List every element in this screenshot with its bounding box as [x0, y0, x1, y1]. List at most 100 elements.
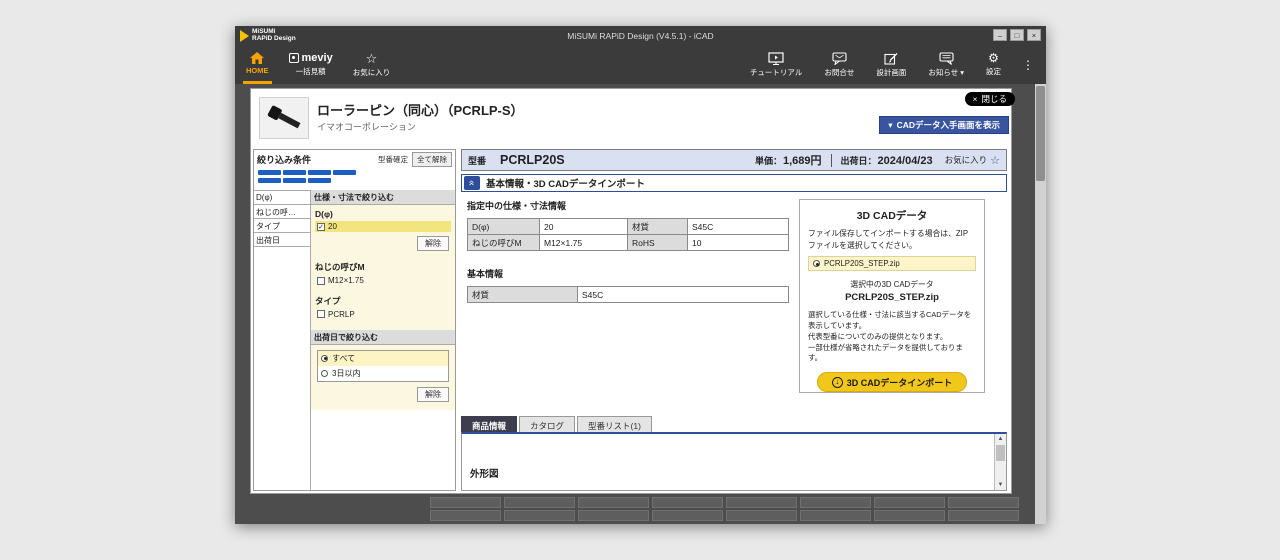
nav-favorites[interactable]: ☆ お気に入り — [350, 45, 394, 84]
favorite-label: お気に入り — [945, 154, 988, 166]
cad-file-option-label: PCRLP20S_STEP.zip — [824, 259, 900, 268]
nav-contact[interactable]: お問合せ — [821, 45, 857, 84]
show-cad-screen-button[interactable]: ▾ CADデータ入手画面を表示 — [879, 116, 1009, 134]
spec-value-cell: M12×1.75 — [540, 235, 628, 251]
ship-option-all[interactable]: すべて — [318, 351, 448, 366]
filter-thread-option[interactable]: M12×1.75 — [315, 275, 451, 287]
ship-option-3days-label: 3日以内 — [332, 368, 360, 379]
scroll-up-icon[interactable]: ▲ — [995, 434, 1006, 444]
filter-thread-value: M12×1.75 — [328, 276, 370, 286]
clear-d-button[interactable]: 解除 — [417, 236, 449, 251]
chevron-down-icon: ▾ — [960, 68, 964, 77]
star-icon: ☆ — [990, 154, 1000, 167]
filter-progress — [254, 168, 455, 190]
part-number-label: 型番 — [468, 154, 486, 167]
clear-ship-button[interactable]: 解除 — [417, 387, 449, 402]
favorite-toggle[interactable]: お気に入り ☆ — [945, 154, 1000, 167]
ship-option-all-label: すべて — [332, 353, 355, 364]
filter-thread-label: ねじの呼びM — [315, 261, 451, 273]
cad-import-button-label: 3D CADデータインポート — [847, 376, 953, 389]
meviy-logo-icon — [289, 53, 299, 63]
dialog-close-label: 閉じる — [981, 93, 1007, 105]
filter-title: 絞り込み条件 — [257, 153, 311, 166]
basic-key-cell: 材質 — [468, 287, 578, 303]
spec-table: D(φ) 20 材質 S45C ねじの呼びM M12×1.75 RoHS 10 — [467, 218, 789, 251]
basic-value-cell: S45C — [578, 287, 789, 303]
filter-d-option[interactable]: ✓ 20 — [315, 221, 451, 232]
clear-all-button[interactable]: 全て解除 — [412, 152, 452, 167]
download-icon: ↓ — [832, 377, 843, 388]
product-thumbnail — [259, 97, 309, 139]
cad-panel-description: ファイル保存してインポートする場合は、ZIP ファイルを選択してください。 — [808, 228, 976, 251]
checkbox-unchecked-icon[interactable] — [317, 277, 325, 285]
ship-filter-section-title: 出荷日で絞り込む — [311, 330, 455, 345]
filter-row-d[interactable]: D(φ) — [254, 190, 310, 205]
filter-type-option[interactable]: PCRLP — [315, 309, 451, 320]
contact-bubble-icon — [832, 52, 847, 65]
cad-data-panel: 3D CADデータ ファイル保存してインポートする場合は、ZIP ファイルを選択… — [799, 199, 985, 393]
filter-type-label: タイプ — [315, 295, 451, 307]
filter-d-value: 20 — [328, 222, 337, 231]
filter-row-headers: D(φ) ねじの呼… タイプ 出荷日 — [254, 190, 311, 490]
scroll-down-icon[interactable]: ▼ — [995, 480, 1006, 490]
cad-selected-label: 選択中の3D CADデータ — [808, 279, 976, 290]
radio-selected-icon[interactable] — [321, 355, 328, 362]
spec-filter-section: D(φ) ✓ 20 解除 ねじの呼びM M12×1.7 — [311, 205, 455, 330]
nav-news[interactable]: お知らせ ▾ — [925, 45, 967, 84]
show-cad-screen-label: CADデータ入手画面を表示 — [897, 119, 1000, 131]
drawing-scrollbar[interactable]: ▲ ▼ — [994, 434, 1006, 490]
window-scrollbar[interactable] — [1035, 84, 1046, 524]
nav-meviy[interactable]: meviy 一括見積 — [286, 45, 336, 84]
filter-type-value: PCRLP — [328, 310, 355, 319]
nav-settings[interactable]: ⚙ 設定 — [983, 45, 1004, 84]
price-label: 単価： — [755, 154, 782, 167]
nav-design-screen[interactable]: 設計画面 — [873, 45, 909, 84]
radio-unselected-icon[interactable] — [321, 370, 328, 377]
spec-value-cell: 20 — [540, 219, 628, 235]
part-number-value: PCRLP20S — [500, 153, 565, 167]
titlebar: MiSUMi RAPiD Design MiSUMi RAPiD Design … — [235, 26, 1046, 45]
basic-info-title: 基本情報 — [467, 267, 797, 280]
product-header: ローラーピン（同心）（PCRLP-S） イマオコーポレーション ▾ CADデータ… — [251, 89, 1011, 147]
cad-note: 選択している仕様・寸法に該当するCADデータを表示しています。 代表型番について… — [808, 310, 976, 364]
ship-option-3days[interactable]: 3日以内 — [318, 366, 448, 381]
spec-info-title: 指定中の仕様・寸法情報 — [467, 199, 797, 212]
checkbox-unchecked-icon[interactable] — [317, 310, 325, 318]
part-header: 型番 PCRLP20S 単価： 1,689円 出荷日： 2024/04/23 — [461, 149, 1007, 171]
filter-panel: 絞り込み条件 型番確定 全て解除 D(φ) — [253, 149, 456, 491]
spec-key-cell: 材質 — [628, 219, 688, 235]
radio-selected-icon[interactable] — [813, 260, 820, 267]
filter-row-type[interactable]: タイプ — [254, 218, 310, 233]
nav-favorites-label: お気に入り — [353, 67, 391, 78]
spec-value-cell: S45C — [688, 219, 789, 235]
cad-selected-file: PCRLP20S_STEP.zip — [808, 292, 976, 303]
checkbox-checked-icon[interactable]: ✓ — [317, 223, 325, 231]
minimize-button[interactable]: – — [993, 29, 1007, 41]
gear-icon: ⚙ — [988, 52, 999, 64]
star-icon: ☆ — [366, 52, 378, 65]
maximize-button[interactable]: □ — [1010, 29, 1024, 41]
spec-key-cell: ねじの呼びM — [468, 235, 540, 251]
nav-meviy-label: meviy — [302, 52, 333, 64]
window-scrollbar-thumb[interactable] — [1036, 86, 1045, 181]
spec-key-cell: RoHS — [628, 235, 688, 251]
nav-tutorial[interactable]: チュートリアル — [747, 45, 805, 84]
product-title: ローラーピン（同心）（PCRLP-S） — [317, 100, 524, 119]
drawing-title: 外形図 — [470, 466, 499, 480]
product-maker: イマオコーポレーション — [317, 120, 416, 133]
spec-key-cell: D(φ) — [468, 219, 540, 235]
filter-row-shipdate[interactable]: 出荷日 — [254, 232, 310, 247]
collapse-section-icon[interactable]: » — [464, 176, 480, 190]
cad-panel-title: 3D CADデータ — [808, 208, 976, 223]
more-menu-button[interactable]: ⋮ — [1020, 45, 1036, 84]
dialog-close-button[interactable]: × 閉じる — [965, 92, 1015, 106]
filter-row-thread[interactable]: ねじの呼… — [254, 204, 310, 219]
cad-import-button[interactable]: ↓ 3D CADデータインポート — [817, 372, 967, 392]
app-window: MiSUMi RAPiD Design MiSUMi RAPiD Design … — [235, 26, 1046, 524]
window-title: MiSUMi RAPiD Design (V4.5.1) - iCAD — [235, 31, 1046, 41]
drawing-scrollbar-thumb[interactable] — [996, 445, 1005, 461]
basic-info-section-bar[interactable]: » 基本情報・3D CADデータインポート — [461, 174, 1007, 192]
cad-file-option[interactable]: PCRLP20S_STEP.zip — [808, 256, 976, 271]
close-window-button[interactable]: × — [1027, 29, 1041, 41]
nav-home[interactable]: HOME — [243, 45, 272, 84]
